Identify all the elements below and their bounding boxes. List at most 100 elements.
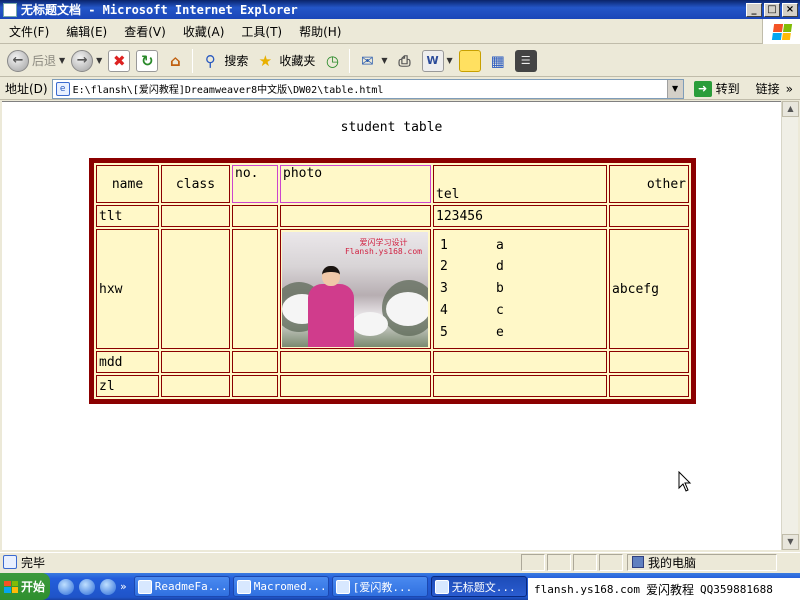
refresh-button[interactable]: ↻ (133, 47, 161, 75)
security-zone[interactable]: 我的电脑 (627, 553, 777, 571)
discuss-button[interactable] (456, 47, 484, 75)
tel-item-number: 3 (440, 281, 448, 297)
tel-list-item: 1a (440, 235, 604, 257)
photo-person-head (322, 265, 340, 286)
favorites-button[interactable]: ★ 收藏夹 (251, 47, 318, 75)
print-button[interactable]: ⎙ (391, 47, 419, 75)
maximize-button[interactable]: □ (764, 2, 780, 17)
window-title: 无标题文档 - Microsoft Internet Explorer (21, 3, 298, 17)
close-button[interactable]: × (782, 2, 798, 17)
scroll-down-icon[interactable]: ▼ (782, 534, 799, 550)
edit-dropdown-icon[interactable]: ▼ (447, 56, 453, 65)
cell-photo (280, 205, 431, 227)
ie-quicklaunch-icon[interactable] (58, 578, 74, 595)
menu-tools[interactable]: 工具(T) (232, 23, 290, 40)
cell-no (232, 205, 278, 227)
windows-flag-icon (771, 23, 792, 40)
search-icon: ⚲ (204, 51, 216, 70)
address-bar: 地址(D) e E:\flansh\[爱闪教程]Dreamweaver8中文版\… (0, 78, 800, 100)
back-button[interactable]: ← 后退 ▼ (4, 47, 68, 75)
cell-photo: 爱闪学习设计 Flansh.ys168.com (280, 229, 431, 349)
table-row: hxw 爱闪学习设计 Flansh.ys168.com 1 a 2 d 3 b … (96, 229, 689, 349)
toolbar-separator (349, 48, 351, 73)
menu-bar: 文件(F) 编辑(E) 查看(V) 收藏(A) 工具(T) 帮助(H) (0, 19, 800, 44)
cell-no (232, 229, 278, 349)
cell-other (609, 351, 689, 373)
mail-icon: ✉ (361, 51, 374, 70)
toolbar-separator (192, 48, 194, 73)
menu-view[interactable]: 查看(V) (115, 23, 174, 40)
cell-class (161, 229, 230, 349)
links-label[interactable]: 链接 (756, 80, 780, 97)
home-button[interactable]: ⌂ (161, 47, 189, 75)
task-label: [爱闪教... (352, 580, 413, 594)
vertical-scrollbar[interactable]: ▲ ▼ (781, 101, 799, 550)
student-photo: 爱闪学习设计 Flansh.ys168.com (282, 231, 428, 347)
student-table: name class no. photo tel other tlt 12345… (89, 158, 696, 404)
search-button[interactable]: ⚲ 搜索 (196, 47, 251, 75)
go-button[interactable]: ➜ 转到 (690, 80, 744, 97)
cell-name: zl (96, 375, 159, 397)
address-value[interactable]: E:\flansh\[爱闪教程]Dreamweaver8中文版\DW02\tab… (73, 81, 384, 96)
research-button[interactable]: ▦ (484, 47, 512, 75)
task-readme[interactable]: ReadmeFa... (133, 576, 230, 597)
ie-icon (3, 2, 17, 17)
links-toolbar[interactable]: 链接 » (756, 80, 793, 97)
menu-favorites[interactable]: 收藏(A) (174, 23, 233, 40)
desktop-icon[interactable] (100, 578, 116, 595)
status-cell (521, 553, 545, 571)
back-dropdown-icon[interactable]: ▼ (59, 56, 65, 65)
history-button[interactable]: ◷ (318, 47, 346, 75)
tel-item-value: c (496, 302, 504, 318)
photo-snow (386, 291, 428, 326)
tel-list-item: 3b (440, 278, 604, 300)
edit-button[interactable]: W ▼ (419, 47, 456, 75)
tel-item-value: d (496, 259, 504, 275)
menu-help[interactable]: 帮助(H) (290, 23, 349, 40)
table-row: zl (96, 375, 689, 397)
cell-photo (280, 351, 431, 373)
cell-other (609, 205, 689, 227)
forward-button[interactable]: → ▼ (68, 47, 105, 75)
forward-arrow-icon: → (71, 49, 94, 72)
cell-tel (433, 351, 607, 373)
status-text: 完毕 (21, 555, 46, 570)
go-arrow-icon: ➜ (693, 80, 712, 97)
start-button[interactable]: 开始 (0, 573, 50, 600)
tel-list: 1a 2d 3b 4c 5e (436, 235, 604, 344)
forward-dropdown-icon[interactable]: ▼ (96, 56, 102, 65)
cell-tel: 123456 (433, 205, 607, 227)
messenger-button[interactable]: ☰ (512, 47, 540, 75)
media-player-icon[interactable] (79, 578, 95, 595)
mail-button[interactable]: ✉ ▼ (353, 47, 390, 75)
page-viewport: student table name class no. photo tel o… (2, 101, 781, 550)
address-input[interactable]: e E:\flansh\[爱闪教程]Dreamweaver8中文版\DW02\t… (51, 78, 684, 99)
task-label: ReadmeFa... (154, 580, 228, 593)
header-class: class (161, 165, 230, 203)
menu-edit[interactable]: 编辑(E) (57, 23, 115, 40)
stop-button[interactable]: ✖ (105, 47, 133, 75)
scroll-up-icon[interactable]: ▲ (782, 101, 799, 117)
address-dropdown-icon[interactable]: ▼ (666, 79, 683, 98)
overlay-brand: 爱闪教程 (645, 582, 694, 597)
task-folder[interactable]: [爱闪教... (331, 576, 428, 597)
status-page-icon (3, 555, 17, 569)
quicklaunch-chevron-icon[interactable]: » (120, 580, 127, 593)
standard-toolbar: ← 后退 ▼ → ▼ ✖ ↻ ⌂ ⚲ 搜索 ★ 收藏夹 ◷ ✉ ▼ ⎙ W ▼ … (0, 45, 800, 77)
task-ie-window[interactable]: 无标题文... (430, 576, 527, 597)
menu-file[interactable]: 文件(F) (0, 23, 57, 40)
page-icon: e (55, 81, 70, 96)
folder-icon (335, 579, 350, 594)
cell-other: abcefg (609, 229, 689, 349)
cell-class (161, 205, 230, 227)
links-chevron-icon[interactable]: » (786, 82, 793, 96)
quick-launch (58, 578, 116, 595)
overlay-qq: QQ359881688 (699, 582, 773, 596)
window-controls: _ □ × (746, 2, 798, 17)
word-icon: W (421, 49, 444, 72)
mail-dropdown-icon[interactable]: ▼ (381, 56, 387, 65)
tel-item-number: 4 (440, 302, 448, 318)
task-macromedia[interactable]: Macromed... (232, 576, 329, 597)
tel-list-item: 4c (440, 300, 604, 322)
minimize-button[interactable]: _ (746, 2, 762, 17)
